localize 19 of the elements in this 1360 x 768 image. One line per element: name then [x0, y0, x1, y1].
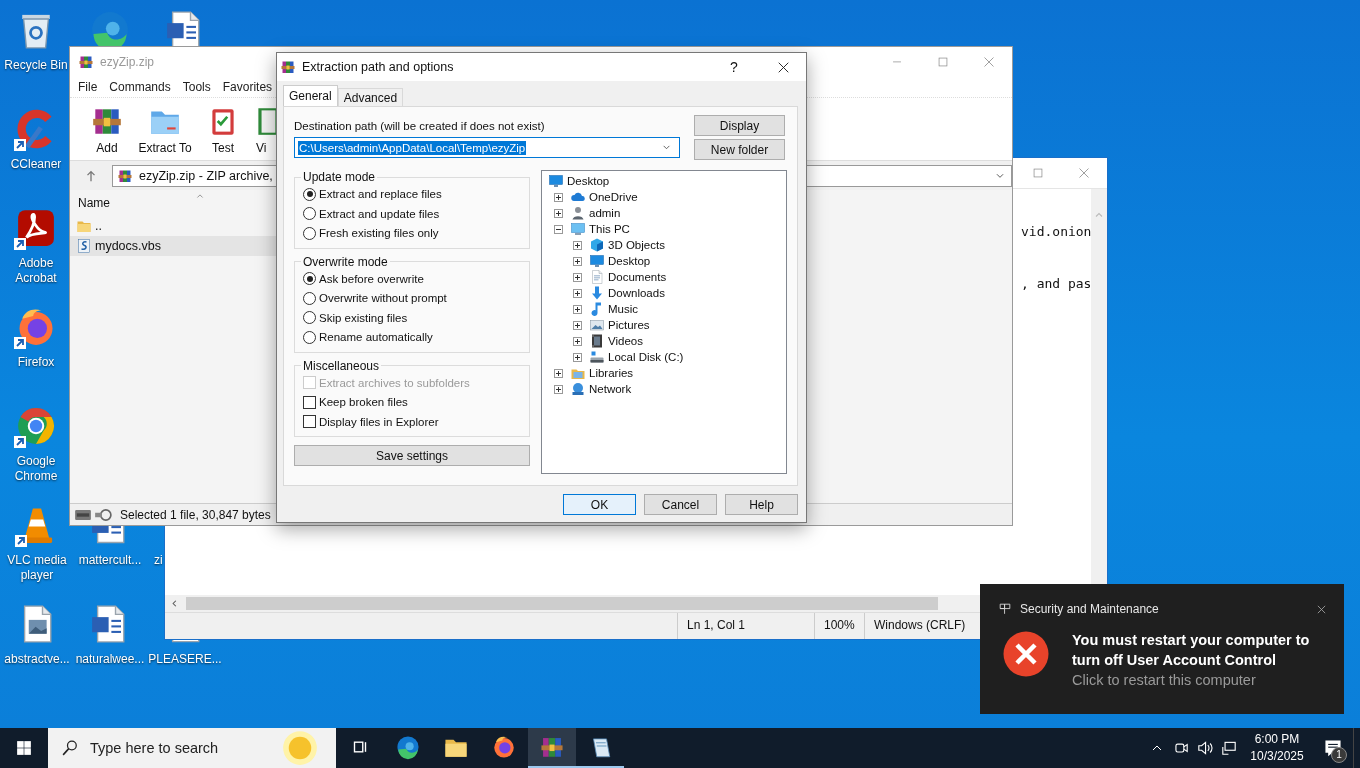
group-title: Overwrite mode — [302, 254, 389, 269]
text-line: vid.onion — [1021, 224, 1092, 239]
dialog-title: Extraction path and options — [302, 60, 454, 74]
notification-source: Security and Maintenance — [1020, 602, 1159, 616]
search-placeholder: Type here to search — [90, 740, 219, 756]
field-label: Destination path (will be created if does not exist) — [294, 120, 546, 132]
notification-body: Click to restart this computer — [1072, 671, 1257, 690]
notification-count-badge: 1 — [1331, 747, 1347, 763]
zoom-level: 100% — [814, 613, 864, 639]
file-name: .. — [95, 219, 102, 233]
file-name: mydocs.vbs — [95, 239, 161, 253]
text-line: , and pas — [1021, 276, 1092, 291]
group-title: Miscellaneous — [302, 358, 381, 373]
status-text: Selected 1 file, 30,847 bytes — [120, 507, 271, 522]
address-text: ezyZip.zip - ZIP archive, — [139, 168, 273, 183]
cursor-position: Ln 1, Col 1 — [677, 613, 814, 639]
group-title: Update mode — [302, 170, 377, 184]
window-title: ezyZip.zip — [100, 55, 155, 69]
notification-title: You must restart your computer to turn off User Account Control — [1072, 631, 1311, 670]
